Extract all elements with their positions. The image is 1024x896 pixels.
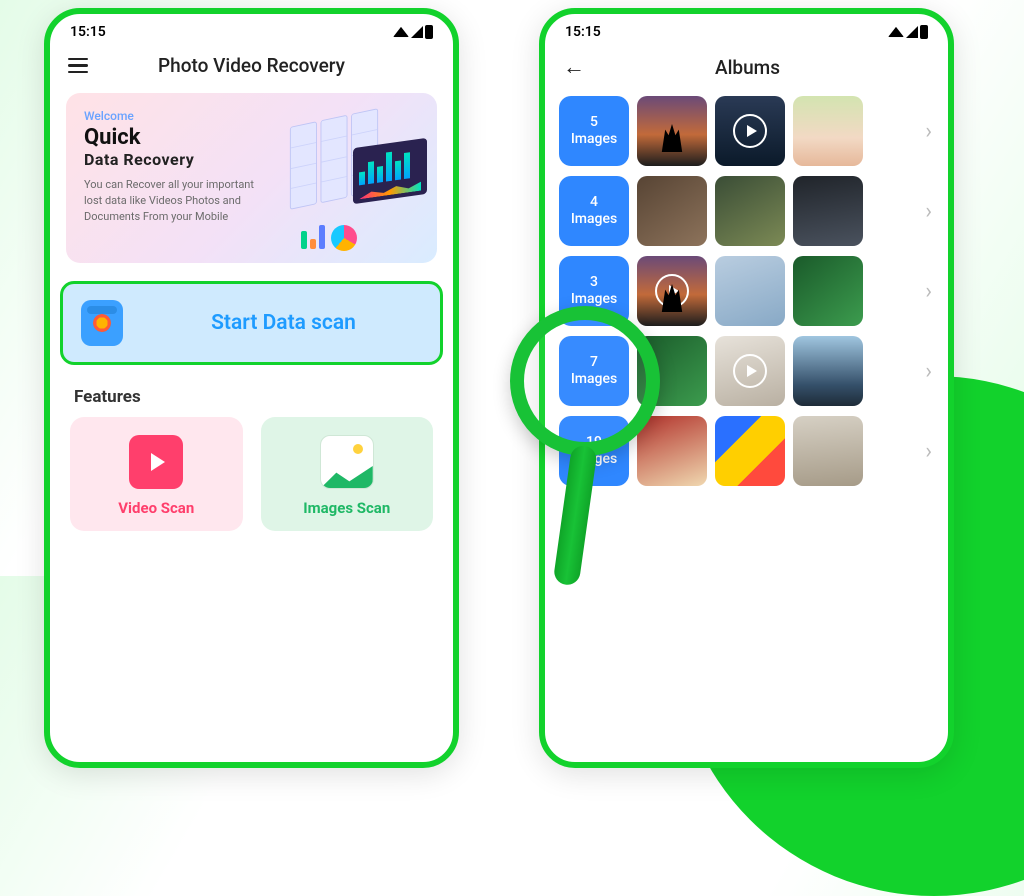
app-header: Photo Video Recovery	[50, 44, 453, 93]
album-count-card[interactable]: 4 Images	[559, 176, 629, 246]
album-thumbnail[interactable]	[793, 176, 863, 246]
album-count-card[interactable]: 3 Images	[559, 256, 629, 326]
page-title: Photo Video Recovery	[68, 54, 435, 77]
hero-illustration	[247, 107, 427, 247]
chevron-right-icon[interactable]: ›	[923, 279, 934, 304]
status-bar: 15:15	[545, 14, 948, 44]
albums-list: 5 Images › 4 Images	[545, 96, 948, 486]
chevron-right-icon[interactable]: ›	[923, 439, 934, 464]
battery-icon	[920, 25, 928, 39]
database-icon	[81, 300, 123, 346]
album-thumbnail[interactable]	[793, 336, 863, 406]
album-count-card[interactable]: 7 Images	[559, 336, 629, 406]
album-row: 3 Images ›	[559, 256, 934, 326]
hero-description: You can Recover all your important lost …	[84, 177, 254, 225]
album-thumbnail[interactable]	[715, 336, 785, 406]
status-icons	[393, 25, 433, 39]
play-icon	[715, 96, 785, 166]
album-count-card[interactable]: 19 Images	[559, 416, 629, 486]
album-row: 7 Images ›	[559, 336, 934, 406]
status-time: 15:15	[70, 24, 106, 40]
status-icons	[888, 25, 928, 39]
chevron-right-icon[interactable]: ›	[923, 119, 934, 144]
images-scan-card[interactable]: Images Scan	[261, 417, 434, 531]
phone-frame-home: 15:15 Photo Video Recovery Welcome Quick…	[44, 8, 459, 768]
album-row: 19 Images ›	[559, 416, 934, 486]
album-thumbnail[interactable]	[793, 96, 863, 166]
features-row: Video Scan Images Scan	[50, 417, 453, 531]
album-thumbnail[interactable]	[715, 416, 785, 486]
status-bar: 15:15	[50, 14, 453, 44]
album-row: 5 Images ›	[559, 96, 934, 166]
app-header: ← Albums	[545, 44, 948, 96]
album-thumbnail[interactable]	[637, 96, 707, 166]
status-time: 15:15	[565, 24, 601, 40]
chevron-right-icon[interactable]: ›	[923, 199, 934, 224]
hero-card: Welcome Quick Data Recovery You can Reco…	[66, 93, 437, 263]
play-icon	[715, 336, 785, 406]
video-play-icon	[129, 435, 183, 489]
album-thumbnail[interactable]	[637, 336, 707, 406]
video-scan-label: Video Scan	[118, 499, 194, 517]
album-thumbnail[interactable]	[637, 416, 707, 486]
images-scan-label: Images Scan	[303, 499, 390, 517]
album-thumbnail[interactable]	[715, 256, 785, 326]
battery-icon	[425, 25, 433, 39]
album-thumbnail[interactable]	[715, 176, 785, 246]
album-row: 4 Images ›	[559, 176, 934, 246]
image-icon	[320, 435, 374, 489]
album-count-card[interactable]: 5 Images	[559, 96, 629, 166]
phone-frame-albums: 15:15 ← Albums 5 Images	[539, 8, 954, 768]
album-thumbnail[interactable]	[637, 176, 707, 246]
start-scan-button[interactable]: Start Data scan	[60, 281, 443, 365]
start-scan-label: Start Data scan	[145, 311, 422, 335]
play-icon	[637, 256, 707, 326]
album-thumbnail[interactable]	[637, 256, 707, 326]
album-count-label: Images	[571, 291, 617, 308]
album-count: 5	[590, 114, 598, 131]
album-count-label: Images	[571, 371, 617, 388]
signal-icon	[411, 26, 423, 38]
album-count: 7	[590, 354, 598, 371]
album-thumbnail[interactable]	[715, 96, 785, 166]
wifi-icon	[888, 27, 904, 37]
album-count-label: Images	[571, 451, 617, 468]
album-count: 19	[586, 434, 602, 451]
video-scan-card[interactable]: Video Scan	[70, 417, 243, 531]
album-thumbnail[interactable]	[793, 256, 863, 326]
chevron-right-icon[interactable]: ›	[923, 359, 934, 384]
album-count-label: Images	[571, 131, 617, 148]
page-title: Albums	[565, 56, 930, 79]
features-heading: Features	[74, 387, 429, 407]
album-count: 4	[590, 194, 598, 211]
album-count-label: Images	[571, 211, 617, 228]
wifi-icon	[393, 27, 409, 37]
signal-icon	[906, 26, 918, 38]
album-thumbnail[interactable]	[793, 416, 863, 486]
album-count: 3	[590, 274, 598, 291]
